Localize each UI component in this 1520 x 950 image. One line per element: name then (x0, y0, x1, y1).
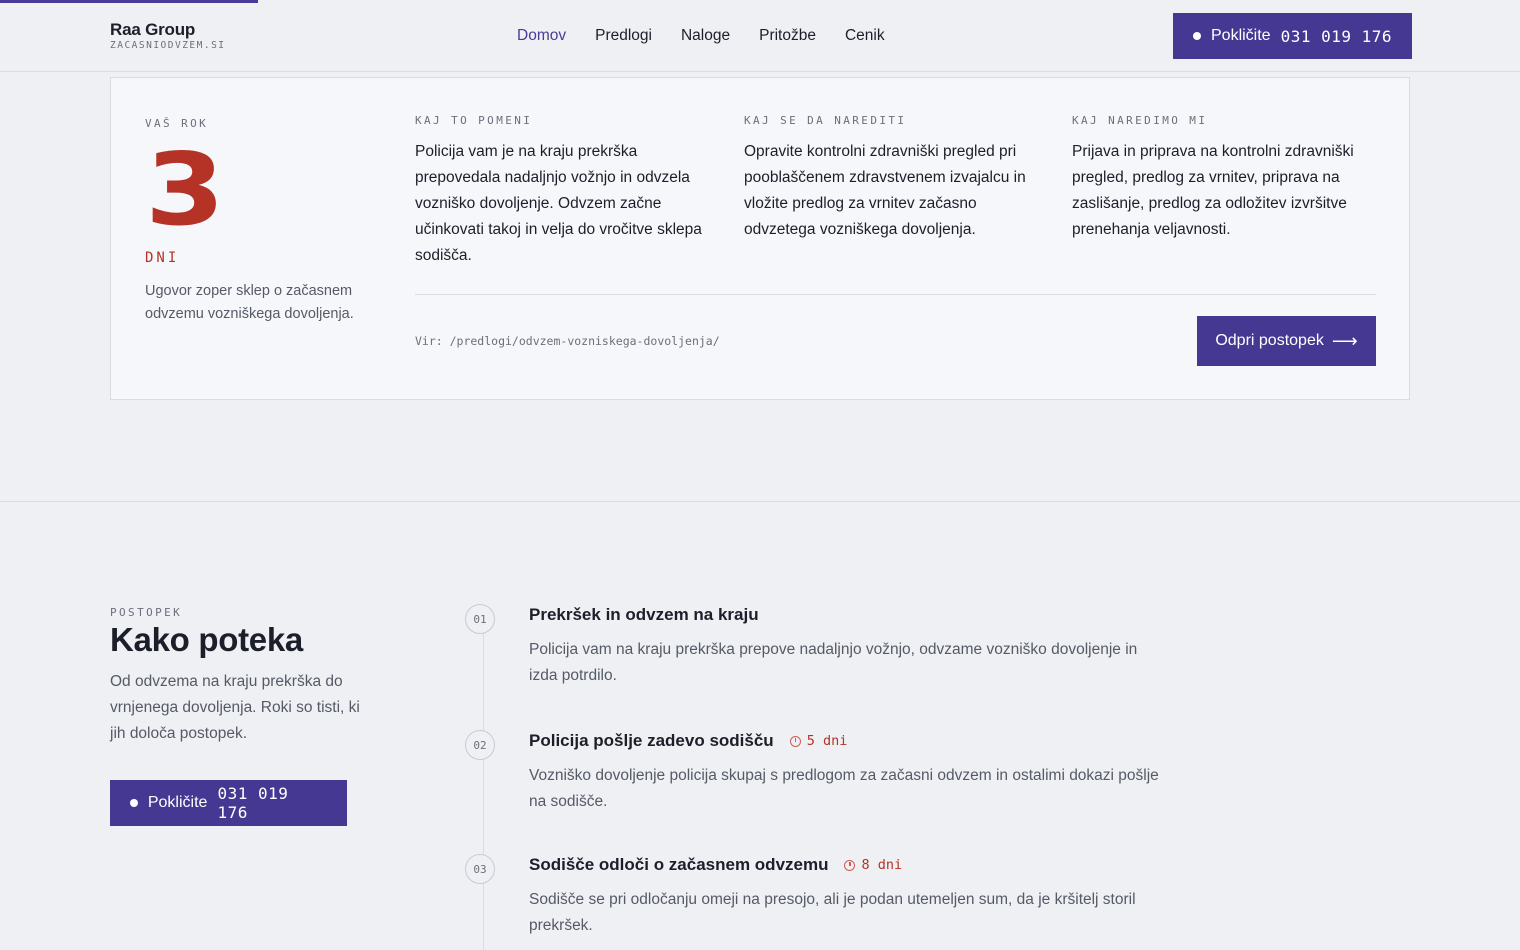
nav-item-domov[interactable]: Domov (517, 26, 566, 46)
step-body: Vozniško dovoljenje policija skupaj s pr… (529, 767, 1159, 810)
call-label: Pokličite (1211, 27, 1271, 44)
deadline-card: VAŠ ROK 3 DNI Ugovor zoper sklep o začas… (110, 77, 1410, 400)
deadline-eyebrow: VAŠ ROK (145, 117, 209, 130)
process-title: Kako poteka (110, 621, 303, 658)
column-eyebrow: KAJ TO POMENI (415, 114, 533, 127)
step-deadline: 5 dni (806, 733, 848, 749)
call-number: 031 019 176 (217, 784, 289, 822)
clock-icon (844, 859, 856, 871)
scroll-progress-bar (0, 0, 258, 3)
deadline-unit: DNI (145, 250, 180, 266)
step-number: 02 (465, 730, 495, 760)
section-divider (0, 501, 1520, 502)
header-call-button[interactable]: Pokličite 031 019 176 (1173, 13, 1413, 59)
step-number: 01 (465, 604, 495, 634)
open-procedure-label: Odpri postopek (1215, 332, 1324, 349)
site-header: Raa Group ZACASNIODVZEM.SI Domov Predlog… (0, 0, 1520, 72)
step-title: Policija pošlje zadevo sodišču (529, 731, 774, 750)
timeline-line (483, 618, 484, 950)
process-call-button[interactable]: Pokličite 031 019 176 (110, 780, 347, 826)
call-number: 031 019 176 (1280, 26, 1393, 46)
step-body: Sodišče se pri odločanju omeji na presoj… (529, 891, 1136, 934)
brand-name: Raa Group (110, 20, 196, 39)
column-text: Prijava in priprava na kontrolni zdravni… (1072, 143, 1354, 238)
info-column-meaning: KAJ TO POMENI Policija vam je na kraju p… (415, 114, 715, 269)
nav-item-predlogi[interactable]: Predlogi (595, 26, 652, 46)
info-column-options: KAJ SE DA NAREDITI Opravite kontrolni zd… (744, 114, 1044, 243)
status-dot-icon (1193, 32, 1201, 40)
step-deadline: 8 dni (861, 857, 903, 873)
source-path: Vir: /predlogi/odvzem-vozniskega-dovolje… (415, 334, 720, 348)
nav-item-cenik[interactable]: Cenik (845, 26, 885, 46)
step-body: Policija vam na kraju prekrška prepove n… (529, 641, 1138, 684)
process-eyebrow: POSTOPEK (110, 606, 183, 619)
clock-icon (789, 735, 801, 747)
info-column-services: KAJ NAREDIMO MI Prijava in priprava na k… (1072, 114, 1372, 243)
column-text: Policija vam je na kraju prekrška prepov… (415, 143, 702, 264)
column-text: Opravite kontrolni zdravniški pregled pr… (744, 143, 1026, 238)
column-eyebrow: KAJ NAREDIMO MI (1072, 114, 1208, 127)
open-procedure-button[interactable]: Odpri postopek ⟶ (1197, 316, 1376, 366)
arrow-right-icon: ⟶ (1331, 330, 1358, 351)
column-eyebrow: KAJ SE DA NAREDITI (744, 114, 907, 127)
nav-item-pritozbe[interactable]: Pritožbe (759, 26, 816, 46)
brand-domain: ZACASNIODVZEM.SI (110, 40, 226, 51)
step-deadline-tag: 5 dni (789, 733, 848, 749)
process-intro: POSTOPEK Kako poteka Od odvzema na kraju… (110, 606, 390, 747)
deadline-description: Ugovor zoper sklep o začasnem odvzemu vo… (145, 283, 354, 322)
deadline-block: VAŠ ROK 3 DNI Ugovor zoper sklep o začas… (145, 114, 385, 326)
step-title: Sodišče odloči o začasnem odvzemu (529, 855, 829, 874)
step-deadline-tag: 8 dni (844, 857, 902, 873)
deadline-value: 3 (145, 131, 225, 248)
process-description: Od odvzema na kraju prekrška do vrnjeneg… (110, 673, 360, 742)
step-number: 03 (465, 854, 495, 884)
step-title-row: Policija pošlje zadevo sodišču 5 dni (529, 731, 847, 751)
step-title-row: Prekršek in odvzem na kraju (529, 605, 759, 625)
call-label: Pokličite (147, 794, 208, 811)
step-title-row: Sodišče odloči o začasnem odvzemu 8 dni (529, 855, 902, 875)
brand-logo[interactable]: Raa Group ZACASNIODVZEM.SI (110, 20, 226, 51)
step-title: Prekršek in odvzem na kraju (529, 605, 759, 624)
status-dot-icon (130, 799, 138, 807)
card-divider (415, 294, 1376, 295)
main-nav: Domov Predlogi Naloge Pritožbe Cenik (517, 26, 885, 46)
nav-item-naloge[interactable]: Naloge (681, 26, 730, 46)
